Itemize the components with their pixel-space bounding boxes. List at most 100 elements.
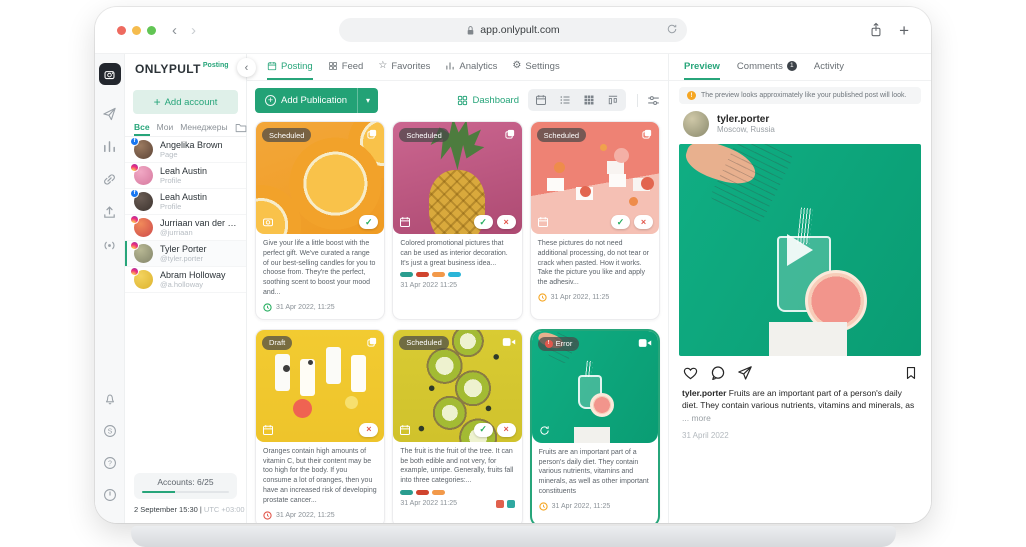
post-card[interactable]: Scheduled ✓ Give your life a little boos… — [255, 121, 385, 320]
error-icon: ! — [545, 340, 553, 348]
share-icon[interactable] — [869, 22, 883, 38]
lock-icon — [466, 25, 475, 36]
post-card[interactable]: Scheduled ✓ × These pictures do not need… — [530, 121, 660, 320]
post-caption: These pictures do not need additional pr… — [538, 239, 652, 288]
export-icon[interactable] — [102, 205, 117, 220]
play-icon[interactable] — [787, 234, 813, 266]
post-caption: Fruits are an important part of a person… — [539, 448, 651, 497]
accounts-usage-progress — [142, 491, 229, 493]
browser-back-button[interactable]: ‹ — [172, 22, 177, 39]
account-item[interactable]: f Leah AustinProfile — [125, 189, 246, 215]
traffic-lights — [117, 26, 156, 35]
avatar — [134, 218, 153, 237]
status-badge: Scheduled — [537, 128, 586, 142]
add-publication-button[interactable]: + Add Publication ▾ — [255, 88, 378, 113]
address-bar[interactable]: app.onlypult.com — [339, 18, 687, 42]
link-tool-icon[interactable] — [102, 172, 117, 187]
posts-grid: Scheduled ✓ Give your life a little boos… — [247, 119, 668, 523]
add-account-button[interactable]: + Add account — [133, 90, 238, 114]
post-date: 31 Apr 2022, 11:25 — [538, 293, 652, 302]
bookmark-icon[interactable] — [904, 365, 918, 381]
main-content: ‹ Posting Feed ☆ Favorites Analytics — [247, 54, 668, 523]
reload-icon[interactable] — [666, 23, 678, 35]
avatar — [134, 166, 153, 185]
accounts-tab-managers[interactable]: Менеджеры — [180, 119, 227, 136]
tab-analytics[interactable]: Analytics — [445, 54, 497, 80]
calendar-view-icon[interactable] — [530, 91, 552, 109]
tag-labels — [400, 490, 514, 495]
tab-comments[interactable]: Comments 1 — [737, 54, 797, 80]
minimize-window-button[interactable] — [132, 26, 141, 35]
reject-cross-icon[interactable]: × — [497, 215, 516, 229]
filters-icon[interactable] — [637, 94, 660, 107]
account-item-selected[interactable]: Tyler Porter@tyler.porter — [125, 241, 246, 267]
account-item[interactable]: Abram Holloway@a.holloway — [125, 267, 246, 293]
preview-post-video[interactable] — [679, 144, 921, 356]
dashboard-icon — [457, 95, 468, 106]
copy-icon[interactable] — [504, 128, 516, 140]
account-item[interactable]: Leah AustinProfile — [125, 163, 246, 189]
accounts-tab-my[interactable]: Мои — [157, 119, 174, 136]
tab-settings[interactable]: ⚙ Settings — [512, 54, 559, 80]
post-card[interactable]: Scheduled ✓ × Colored promotional pictur… — [392, 121, 522, 320]
columns-view-icon[interactable] — [602, 91, 624, 109]
approve-check-icon[interactable]: ✓ — [474, 423, 493, 437]
post-date: 31 Apr 2022, 11:25 — [263, 511, 377, 520]
copy-icon[interactable] — [366, 336, 378, 348]
publish-icon[interactable] — [102, 106, 117, 121]
calendar-icon — [399, 424, 411, 436]
share-plane-icon[interactable] — [737, 365, 753, 381]
account-item[interactable]: Jurriaan van der Broek@jurriaan — [125, 215, 246, 241]
post-date: 31 Apr 2022, 11:25 — [539, 502, 651, 511]
browser-forward-button[interactable]: › — [191, 22, 196, 39]
more-link[interactable]: ... more — [682, 413, 711, 423]
main-nav: Posting Feed ☆ Favorites Analytics ⚙ Set… — [247, 54, 668, 81]
close-window-button[interactable] — [117, 26, 126, 35]
copy-icon[interactable] — [641, 128, 653, 140]
comment-icon[interactable] — [710, 365, 726, 381]
accounts-tab-all[interactable]: Все — [134, 119, 150, 136]
svg-text:S: S — [107, 428, 112, 435]
approve-check-icon[interactable]: ✓ — [474, 215, 493, 229]
copy-icon[interactable] — [366, 128, 378, 140]
folder-icon[interactable] — [235, 119, 247, 136]
svg-text:?: ? — [108, 460, 112, 467]
podium-art — [574, 427, 610, 443]
tab-favorites[interactable]: ☆ Favorites — [378, 54, 430, 80]
caption-username[interactable]: tyler.porter — [682, 388, 726, 398]
post-card[interactable]: Draft × Oranges contain high amounts of … — [255, 329, 385, 523]
avatar — [134, 244, 153, 263]
support-icon[interactable]: S — [103, 424, 117, 438]
post-card-selected[interactable]: ! Error Fruits are an important part of … — [530, 329, 660, 523]
new-tab-button[interactable]: + — [899, 22, 909, 39]
add-publication-dropdown[interactable]: ▾ — [357, 88, 378, 113]
reject-cross-icon[interactable]: × — [359, 423, 378, 437]
post-image-fruit-podium: Scheduled ✓ × — [531, 122, 659, 234]
reject-cross-icon[interactable]: × — [634, 215, 653, 229]
avatar[interactable] — [683, 111, 709, 137]
approve-check-icon[interactable]: ✓ — [611, 215, 630, 229]
tab-posting[interactable]: Posting — [267, 54, 313, 80]
approved-check-icon[interactable]: ✓ — [359, 215, 378, 229]
podium-art — [769, 322, 847, 356]
analytics-icon[interactable] — [102, 139, 117, 154]
maximize-window-button[interactable] — [147, 26, 156, 35]
notifications-bell-icon[interactable] — [103, 392, 117, 406]
logout-icon[interactable] — [103, 488, 117, 502]
help-icon[interactable]: ? — [103, 456, 117, 470]
retry-icon[interactable] — [538, 424, 551, 437]
tab-preview[interactable]: Preview — [684, 54, 720, 80]
onlypult-logo-icon[interactable] — [99, 63, 121, 85]
list-view-icon[interactable] — [554, 91, 576, 109]
like-heart-icon[interactable] — [682, 365, 699, 381]
collapse-sidebar-button[interactable]: ‹ — [237, 58, 256, 77]
post-card[interactable]: Scheduled ✓ × The fruit is the fruit of … — [392, 329, 522, 523]
account-item[interactable]: f Angelika BrownPage — [125, 137, 246, 163]
tab-activity[interactable]: Activity — [814, 54, 844, 80]
dashboard-toggle[interactable]: Dashboard — [457, 95, 519, 106]
reject-cross-icon[interactable]: × — [497, 423, 516, 437]
grid-view-icon[interactable] — [578, 91, 600, 109]
tab-feed[interactable]: Feed — [328, 54, 364, 80]
broadcast-icon[interactable] — [102, 238, 117, 253]
post-image-pineapple: Scheduled ✓ × — [393, 122, 521, 234]
